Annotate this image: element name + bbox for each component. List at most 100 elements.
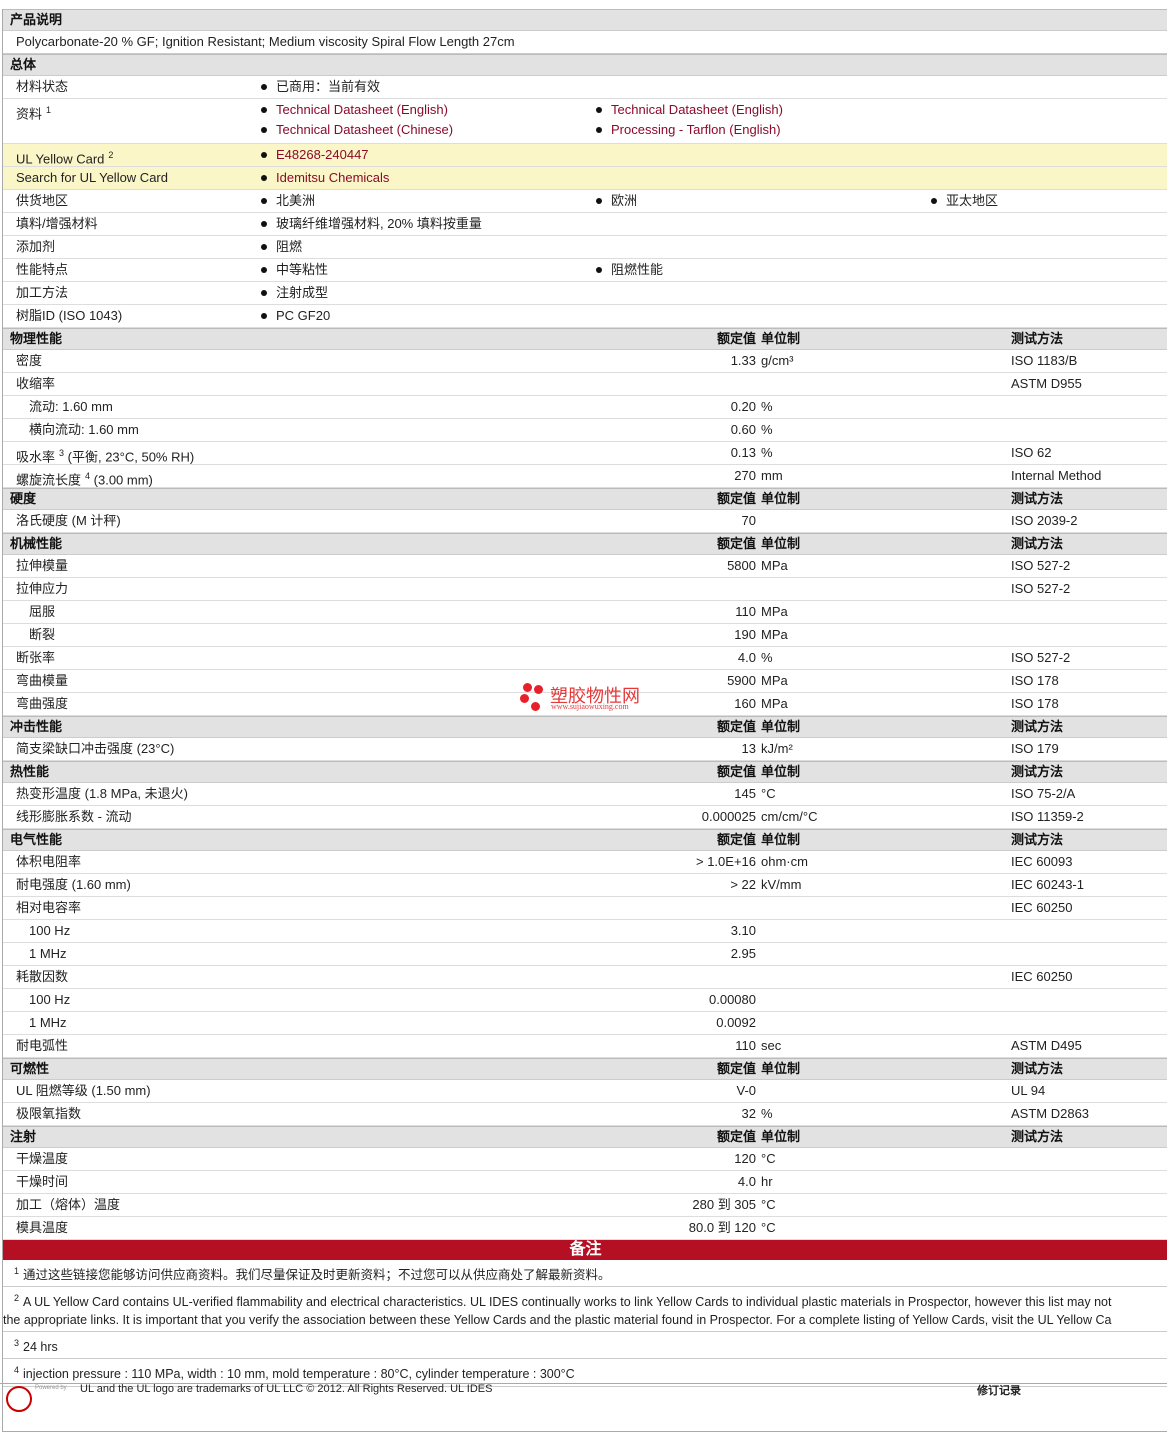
section-header: 物理性能 额定值 单位制 测试方法: [3, 328, 1167, 350]
property-unit: MPa: [761, 696, 788, 711]
property-value: 1.33: [730, 353, 756, 368]
section-header: 电气性能 额定值 单位制 测试方法: [3, 829, 1167, 851]
powered-by: Powered by: [35, 1385, 67, 1391]
col-header-unit: 单位制: [761, 1129, 801, 1144]
property-name: 100 Hz: [29, 992, 71, 1007]
property-label: 极限氧指数: [16, 1103, 81, 1125]
property-label: 洛氏硬度 (M 计秤): [16, 510, 121, 532]
link-item[interactable]: Technical Datasheet (English): [596, 99, 783, 121]
section-title: 物理性能: [10, 331, 63, 346]
row-label: 材料状态: [16, 76, 68, 98]
col-header-value: 额定值: [716, 719, 756, 734]
note-number: 2: [14, 1293, 20, 1304]
property-row: 洛氏硬度 (M 计秤) 70 ISO 2039-2: [3, 510, 1167, 533]
property-unit: %: [761, 650, 773, 665]
property-unit: °C: [761, 1197, 776, 1212]
property-label: 断张率: [16, 647, 55, 669]
general-row: 资料 1 Technical Datasheet (English) Technica…: [3, 99, 1167, 144]
link-item[interactable]: Technical Datasheet (English): [261, 99, 448, 121]
col-header-method: 测试方法: [1011, 1061, 1064, 1076]
link-item[interactable]: Technical Datasheet (Chinese): [261, 119, 453, 141]
general-row: 加工方法 注射成型: [3, 282, 1167, 305]
bullet-item: 阻燃性能: [596, 259, 663, 281]
test-method: ASTM D2863: [1011, 1106, 1090, 1121]
property-label: 相对电容率: [16, 897, 81, 919]
col-header-method: 测试方法: [1011, 536, 1064, 551]
col-header-unit: 单位制: [761, 764, 801, 779]
general-row: 添加剂 阻燃: [3, 236, 1167, 259]
property-name: 拉伸应力: [16, 581, 69, 596]
property-condition: (3.00 mm): [90, 472, 153, 488]
product-description: Polycarbonate-20 % GF; Ignition Resistan…: [3, 31, 1167, 54]
col-header-value: 额定值: [716, 1129, 756, 1144]
footnote-ref[interactable]: 2: [108, 150, 113, 160]
note-item: 3 24 hrs: [3, 1332, 1167, 1360]
property-name: 拉伸模量: [16, 558, 69, 573]
property-value: 110: [735, 604, 756, 619]
row-label: 树脂ID (ISO 1043): [16, 305, 122, 327]
property-value: 280 到 305: [692, 1197, 756, 1212]
test-method: ISO 527-2: [1011, 558, 1071, 573]
property-value: 5800: [727, 558, 756, 573]
property-label: 干燥时间: [16, 1171, 68, 1193]
property-value: 145: [734, 786, 756, 801]
property-row: 加工（熔体）温度 280 到 305 °C: [3, 1194, 1167, 1217]
row-label-text: Search for UL Yellow Card: [16, 170, 168, 185]
property-name: 断张率: [16, 650, 56, 665]
row-label-text: 树脂ID (ISO 1043): [16, 308, 123, 323]
bullet-item: 注射成型: [261, 282, 328, 304]
property-row: 耐电弧性 110 sec ASTM D495: [3, 1035, 1167, 1058]
property-value: 4.0: [737, 1174, 756, 1189]
property-row: 1 MHz 0.0092: [3, 1012, 1167, 1035]
property-unit: %: [761, 445, 773, 460]
property-label: 耗散因数: [16, 966, 68, 988]
property-row: 拉伸应力 ISO 527-2: [3, 578, 1167, 601]
property-unit: kV/mm: [761, 877, 802, 892]
property-row: 耐电强度 (1.60 mm) > 22 kV/mm IEC 60243-1: [3, 874, 1167, 897]
property-label: 1 MHz: [29, 1012, 67, 1034]
property-row: 拉伸模量 5800 MPa ISO 527-2: [3, 555, 1167, 578]
notes-header: 备注: [3, 1240, 1167, 1260]
footer: Powered by UL and the UL logo are tradem…: [0, 1383, 1167, 1412]
property-value: 13: [741, 741, 756, 756]
property-name: 干燥时间: [16, 1174, 69, 1189]
section-title: 产品说明: [10, 12, 63, 27]
link-item[interactable]: Idemitsu Chemicals: [261, 167, 389, 189]
link-item[interactable]: E48268-240447: [261, 144, 369, 166]
footnote-ref[interactable]: 1: [46, 105, 51, 115]
revision-history-link[interactable]: 修订记录: [977, 1382, 1021, 1398]
property-label: 断裂: [29, 624, 55, 646]
property-unit: ohm·cm: [761, 854, 808, 869]
test-method: ISO 75-2/A: [1011, 786, 1076, 801]
property-value: 160: [734, 696, 756, 711]
col-header-method: 测试方法: [1011, 1129, 1064, 1144]
property-name: 流动: 1.60 mm: [29, 399, 113, 414]
section-title: 注射: [10, 1129, 37, 1144]
col-header-value: 额定值: [716, 536, 756, 551]
property-value: 4.0: [737, 650, 756, 665]
property-name: 螺旋流长度: [16, 472, 82, 488]
property-value: 3.10: [730, 923, 756, 938]
test-method: ISO 11359-2: [1011, 809, 1084, 824]
property-name: 断裂: [29, 627, 56, 642]
property-label: 密度: [16, 350, 42, 372]
note-text: A UL Yellow Card contains UL-verified fl…: [23, 1295, 1112, 1310]
property-row: 流动: 1.60 mm 0.20%: [3, 396, 1167, 419]
property-name: 弯曲模量: [16, 673, 69, 688]
property-name: UL 阻燃等级 (1.50 mm): [16, 1083, 151, 1098]
test-method: ISO 527-2: [1011, 650, 1071, 665]
row-label: 添加剂: [16, 236, 55, 258]
note-item: 1 通过这些链接您能够访问供应商资料。我们尽量保证及时更新资料；不过您可以从供应商…: [3, 1260, 1167, 1288]
section-header: 硬度 额定值 单位制 测试方法: [3, 488, 1167, 510]
section-header: 机械性能 额定值 单位制 测试方法: [3, 533, 1167, 555]
row-label-text: 性能特点: [16, 262, 69, 277]
section-header: 注射 额定值 单位制 测试方法: [3, 1126, 1167, 1148]
property-label: 弯曲模量: [16, 670, 68, 692]
link-item[interactable]: Processing - Tarflon (English): [596, 119, 781, 141]
property-unit: sec: [761, 1038, 782, 1053]
property-value: 32: [741, 1106, 756, 1121]
property-row: 线形膨胀系数 - 流动 0.000025 cm/cm/°C ISO 11359-2: [3, 806, 1167, 829]
general-row: 供货地区 北美洲 欧洲 亚太地区: [3, 190, 1167, 213]
note-number: 4: [14, 1365, 20, 1376]
property-value: 0.13: [730, 445, 756, 460]
